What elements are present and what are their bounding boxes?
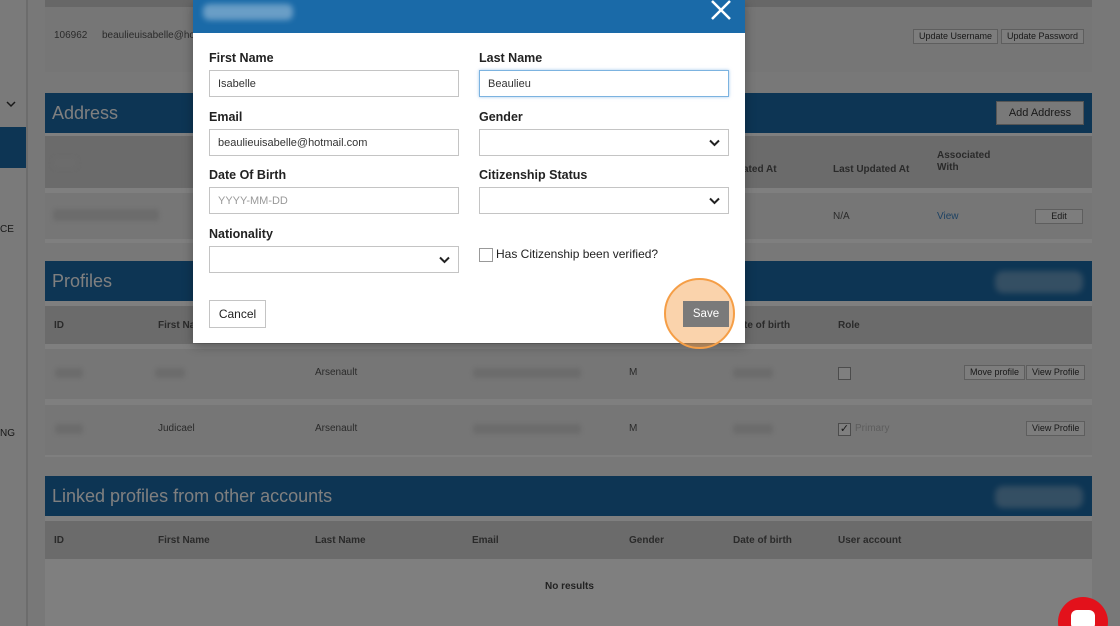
first-name-field[interactable] [209, 70, 459, 97]
citizenship-status-select[interactable] [479, 187, 729, 214]
modal-header [193, 0, 745, 33]
chevron-down-icon [439, 256, 450, 264]
last-name-label: Last Name [479, 51, 543, 65]
nationality-select[interactable] [209, 246, 459, 273]
first-name-label: First Name [209, 51, 274, 65]
chevron-down-icon [709, 139, 720, 147]
email-label: Email [209, 110, 243, 124]
edit-profile-modal: First Name Last Name Email Gender Date O… [193, 0, 745, 343]
save-button[interactable]: Save [683, 301, 729, 327]
modal-title-redacted [203, 4, 293, 20]
last-name-field[interactable] [479, 70, 729, 97]
gender-select[interactable] [479, 129, 729, 156]
dob-field[interactable] [209, 187, 459, 214]
gender-label: Gender [479, 110, 523, 124]
nationality-label: Nationality [209, 227, 273, 241]
citizenship-verified-checkbox[interactable] [479, 248, 493, 262]
cancel-button[interactable]: Cancel [209, 300, 266, 328]
close-icon[interactable] [709, 0, 733, 22]
chevron-down-icon [709, 197, 720, 205]
citizenship-status-label: Citizenship Status [479, 168, 588, 182]
citizenship-verified-label: Has Citizenship been verified? [496, 247, 659, 261]
email-field[interactable] [209, 129, 459, 156]
dob-label: Date Of Birth [209, 168, 287, 182]
